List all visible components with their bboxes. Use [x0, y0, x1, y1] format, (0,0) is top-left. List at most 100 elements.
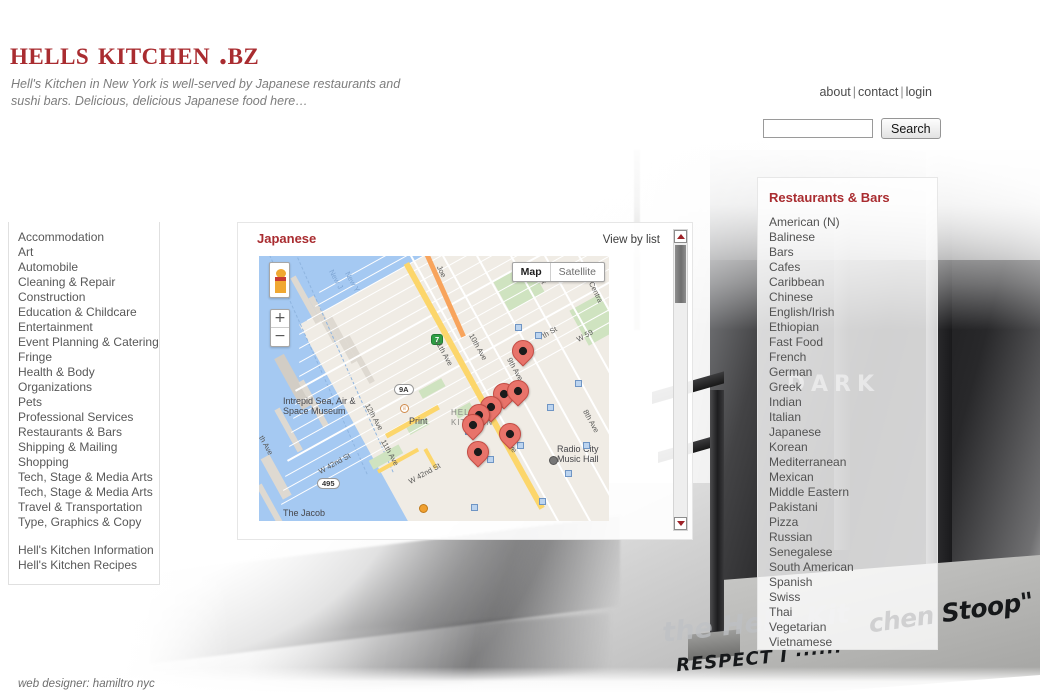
sidebar-item-art[interactable]: Art: [9, 245, 159, 260]
street-view-pegman-icon[interactable]: [269, 262, 290, 298]
cuisine-item-mediterranean[interactable]: Mediterranean: [758, 455, 937, 470]
cuisine-item-russian[interactable]: Russian: [758, 530, 937, 545]
view-by-list-link[interactable]: View by list: [603, 234, 660, 246]
scrollbar-thumb[interactable]: [675, 245, 686, 303]
route-shield-495: 495: [317, 478, 340, 489]
cuisine-item-balinese[interactable]: Balinese: [758, 230, 937, 245]
cuisine-item-fast-food[interactable]: Fast Food: [758, 335, 937, 350]
cuisine-item-italian[interactable]: Italian: [758, 410, 937, 425]
cuisine-item-american[interactable]: American (N): [758, 215, 937, 230]
map-label-intrepid-museum: Intrepid Sea, Air & Space Museum: [283, 396, 356, 416]
cuisine-item-south-american[interactable]: South American: [758, 560, 937, 575]
sidebar-item-entertainment[interactable]: Entertainment: [9, 320, 159, 335]
zoom-out-button[interactable]: −: [271, 328, 289, 346]
subway-station-icon: [517, 442, 524, 449]
cuisine-item-spanish[interactable]: Spanish: [758, 575, 937, 590]
cuisine-item-korean[interactable]: Korean: [758, 440, 937, 455]
cuisine-item-pakistani[interactable]: Pakistani: [758, 500, 937, 515]
sidebar-item-restaurants-bars[interactable]: Restaurants & Bars: [9, 425, 159, 440]
subway-station-icon: [471, 504, 478, 511]
sidebar-item-shopping[interactable]: Shopping: [9, 455, 159, 470]
subway-station-icon: [535, 332, 542, 339]
cuisine-item-greek[interactable]: Greek: [758, 380, 937, 395]
cuisine-item-swiss[interactable]: Swiss: [758, 590, 937, 605]
cuisine-item-mexican[interactable]: Mexican: [758, 470, 937, 485]
search-area: Search: [763, 118, 941, 139]
cuisine-item-german[interactable]: German: [758, 365, 937, 380]
nav-separator-1: |: [852, 85, 857, 99]
subway-station-icon: [515, 324, 522, 331]
footer-credit: web designer: hamiltro nyc: [18, 678, 155, 690]
sidebar-item-cleaning-repair[interactable]: Cleaning & Repair: [9, 275, 159, 290]
nav-separator-2: |: [900, 85, 904, 99]
sidebar-item-event-planning-catering[interactable]: Event Planning & Catering: [9, 335, 159, 350]
pegman-scarf: [275, 277, 286, 281]
nav-about[interactable]: about: [819, 85, 850, 99]
page-title: Hells Kitchen .bz: [10, 36, 260, 72]
cuisine-item-pizza[interactable]: Pizza: [758, 515, 937, 530]
cuisine-item-vietnamese[interactable]: Vietnamese: [758, 635, 937, 650]
sidebar-item-fringe[interactable]: Fringe: [9, 350, 159, 365]
restaurant-poi-icon: ♕: [400, 404, 409, 413]
map-type-satellite-button[interactable]: Satellite: [551, 263, 604, 281]
subway-station-icon: [575, 380, 582, 387]
sidebar-divider-gap: [9, 530, 159, 543]
site-tagline: Hell's Kitchen in New York is well-serve…: [11, 77, 401, 108]
cuisine-item-middle-eastern[interactable]: Middle Eastern: [758, 485, 937, 500]
sidebar-item-tech-stage-media-arts-1[interactable]: Tech, Stage & Media Arts: [9, 470, 159, 485]
triangle-up-icon: [676, 234, 685, 239]
left-sidebar: Accommodation Art Automobile Cleaning & …: [8, 222, 160, 585]
zoom-in-button[interactable]: +: [271, 310, 289, 328]
poi-icon: [549, 456, 558, 465]
cuisine-item-indian[interactable]: Indian: [758, 395, 937, 410]
cuisine-item-french[interactable]: French: [758, 350, 937, 365]
sidebar-item-shipping-mailing[interactable]: Shipping & Mailing: [9, 440, 159, 455]
sidebar-item-hells-kitchen-recipes[interactable]: Hell's Kitchen Recipes: [9, 558, 159, 573]
route-shield-9a: 9A: [394, 384, 414, 395]
subway-station-icon: [565, 470, 572, 477]
scrollbar-up-arrow-icon[interactable]: [674, 230, 687, 243]
sidebar-item-construction[interactable]: Construction: [9, 290, 159, 305]
map-type-map-button[interactable]: Map: [513, 263, 551, 281]
sidebar-item-accommodation[interactable]: Accommodation: [9, 230, 159, 245]
cuisine-item-cafes[interactable]: Cafes: [758, 260, 937, 275]
map-zoom-control[interactable]: + −: [270, 309, 290, 347]
sidebar-item-type-graphics-copy[interactable]: Type, Graphics & Copy: [9, 515, 159, 530]
cuisine-item-thai[interactable]: Thai: [758, 605, 937, 620]
cuisine-item-bars[interactable]: Bars: [758, 245, 937, 260]
map-label-print: Print: [409, 416, 428, 426]
sidebar-item-automobile[interactable]: Automobile: [9, 260, 159, 275]
search-button[interactable]: Search: [881, 118, 941, 139]
cuisine-item-caribbean[interactable]: Caribbean: [758, 275, 937, 290]
map-type-control[interactable]: Map Satellite: [511, 262, 605, 282]
panel-scrollbar[interactable]: [673, 229, 688, 531]
nav-login[interactable]: login: [906, 85, 932, 99]
cuisine-item-ethiopian[interactable]: Ethiopian: [758, 320, 937, 335]
cuisine-item-vegetarian[interactable]: Vegetarian: [758, 620, 937, 635]
sidebar-item-education-childcare[interactable]: Education & Childcare: [9, 305, 159, 320]
right-sidebar-title: Restaurants & Bars: [769, 190, 890, 205]
map-panel-heading: Japanese: [257, 231, 317, 246]
cuisine-item-japanese[interactable]: Japanese: [758, 425, 937, 440]
sidebar-item-pets[interactable]: Pets: [9, 395, 159, 410]
cuisine-item-chinese[interactable]: Chinese: [758, 290, 937, 305]
sidebar-item-professional-services[interactable]: Professional Services: [9, 410, 159, 425]
search-input[interactable]: [763, 119, 873, 138]
sidebar-item-tech-stage-media-arts-2[interactable]: Tech, Stage & Media Arts: [9, 485, 159, 500]
sidebar-item-travel-transportation[interactable]: Travel & Transportation: [9, 500, 159, 515]
cuisine-item-senegalese[interactable]: Senegalese: [758, 545, 937, 560]
sidebar-item-organizations[interactable]: Organizations: [9, 380, 159, 395]
google-map[interactable]: 7 9A 495 New J New Y Joe Amst Centra 11t…: [259, 256, 609, 521]
sidebar-item-hells-kitchen-information[interactable]: Hell's Kitchen Information: [9, 543, 159, 558]
triangle-down-icon: [676, 521, 685, 526]
nav-contact[interactable]: contact: [858, 85, 898, 99]
subway-station-icon: [583, 442, 590, 449]
poi-icon-orange: [419, 504, 428, 513]
cuisine-item-english-irish[interactable]: English/Irish: [758, 305, 937, 320]
sidebar-item-health-body[interactable]: Health & Body: [9, 365, 159, 380]
top-nav: about | contact | login: [819, 85, 932, 99]
subway-station-icon: [539, 498, 546, 505]
scrollbar-down-arrow-icon[interactable]: [674, 517, 687, 530]
map-label-the-jacob: The Jacob: [283, 508, 326, 518]
right-sidebar: Restaurants & Bars American (N) Balinese…: [757, 177, 938, 650]
